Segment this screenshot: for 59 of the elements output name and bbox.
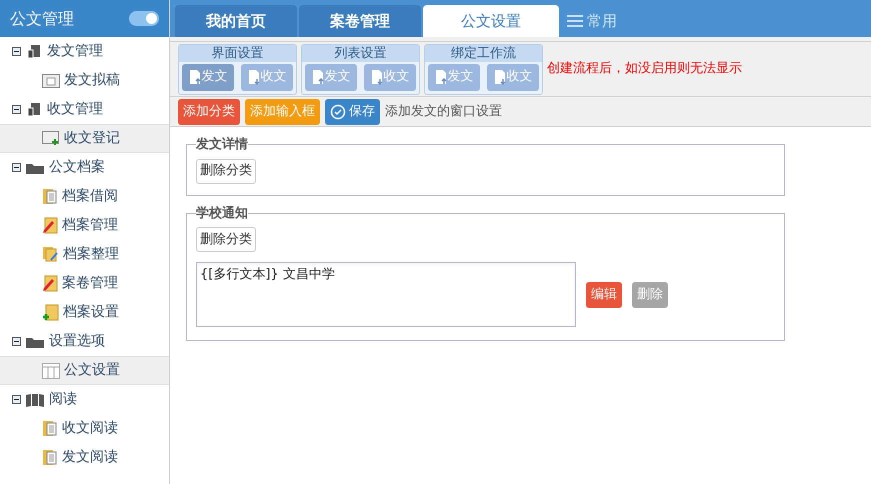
folders-icon — [42, 246, 59, 263]
tree-item-highlight[interactable]: 收文登记 — [0, 124, 169, 153]
folder-document-icon — [42, 420, 58, 437]
save-button[interactable]: 保存 — [325, 98, 380, 124]
folder-pencil-icon — [42, 275, 58, 292]
collapse-icon[interactable] — [12, 337, 21, 346]
tree-item[interactable]: 公文设置 — [64, 360, 120, 381]
delete-category-button[interactable]: 删除分类 — [196, 158, 256, 184]
tree-node[interactable]: 阅读 — [49, 389, 77, 410]
document-download-icon — [370, 69, 382, 85]
book-icon — [25, 392, 45, 406]
tree-item[interactable]: 档案设置 — [63, 302, 119, 323]
hint-text: 添加发文的窗口设置 — [385, 102, 502, 121]
tree-node[interactable]: 发文管理 — [47, 41, 103, 62]
toggle-switch[interactable] — [129, 11, 159, 26]
document-download-icon — [248, 69, 260, 85]
folder-document-icon — [42, 188, 58, 205]
section-title: 发文详情 — [196, 136, 248, 154]
collapse-icon[interactable] — [12, 47, 21, 56]
tree-node[interactable]: 公文档案 — [49, 157, 105, 178]
tree-item[interactable]: 发文阅读 — [62, 447, 118, 468]
collapse-icon[interactable] — [12, 395, 21, 404]
tree-item-highlight[interactable]: 公文设置 — [0, 356, 169, 385]
group-title: 列表设置 — [302, 44, 419, 62]
window-add-icon — [42, 131, 60, 146]
tree-item[interactable]: 发文拟稿 — [64, 70, 120, 91]
window-icon — [42, 74, 60, 88]
document-upload-icon — [434, 69, 446, 85]
action-button[interactable]: 添加分类 — [178, 98, 240, 124]
tree-node[interactable]: 收文管理 — [47, 99, 103, 120]
delete-category-button[interactable]: 删除分类 — [196, 227, 256, 252]
tree-item[interactable]: 收文登记 — [64, 128, 120, 149]
collapse-icon[interactable] — [12, 163, 21, 172]
group-title: 界面设置 — [179, 44, 296, 62]
tree-item[interactable]: 收文阅读 — [62, 418, 118, 439]
document-upload-icon — [188, 69, 200, 85]
text-area[interactable]: {[多行文本]} 文昌中学 — [196, 262, 576, 327]
table-icon — [42, 362, 60, 378]
tab[interactable]: 公文设置 — [423, 5, 559, 37]
tree-node[interactable]: 设置选项 — [49, 331, 105, 352]
folder-add-icon — [42, 304, 59, 321]
tree-item[interactable]: 档案管理 — [62, 215, 118, 236]
folder-document-icon — [42, 449, 58, 466]
document-upload-icon — [312, 69, 324, 85]
sidebar-title: 公文管理 — [10, 8, 74, 30]
group-title: 绑定工作流 — [425, 44, 542, 62]
section-title: 学校通知 — [196, 204, 248, 222]
tree-item[interactable]: 档案借阅 — [62, 186, 118, 207]
tab[interactable]: 案卷管理 — [299, 5, 421, 37]
folder-pencil-icon — [42, 217, 58, 234]
notice-text: 创建流程后，如没启用则无法显示 — [547, 60, 742, 78]
check-circle-icon — [330, 104, 346, 120]
tree-item[interactable]: 档案整理 — [63, 244, 119, 265]
menu-icon — [567, 15, 583, 27]
collapse-icon[interactable] — [12, 105, 21, 114]
document-download-icon — [494, 69, 506, 85]
tab[interactable]: 我的首页 — [175, 5, 297, 37]
tree-item[interactable]: 案卷管理 — [62, 273, 118, 294]
edit-button[interactable]: 编辑 — [586, 282, 622, 308]
